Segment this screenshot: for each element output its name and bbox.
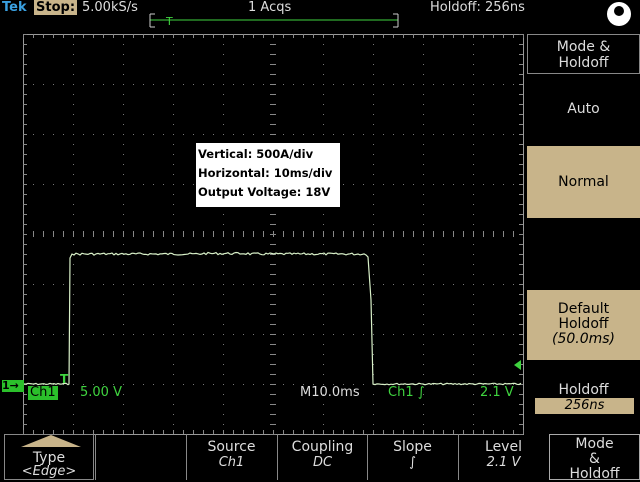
- channel-ground-marker: 1→: [2, 380, 24, 392]
- timebase-readout: M10.0ms: [300, 385, 360, 400]
- mode-auto-button[interactable]: Auto: [527, 96, 640, 122]
- channel-label: Ch1: [28, 385, 58, 400]
- trigger-source-readout: Ch1 ∫: [388, 385, 425, 400]
- empty-button[interactable]: [95, 434, 185, 480]
- annotation-output: Output Voltage: 18V: [198, 185, 331, 199]
- menu-indicator-icon: [21, 435, 81, 447]
- mode-holdoff-button[interactable]: Mode & Holdoff: [549, 434, 640, 482]
- holdoff-value: 256ns: [535, 398, 634, 414]
- source-button[interactable]: Source Ch1: [186, 434, 276, 480]
- slope-button[interactable]: Slope ∫: [367, 434, 457, 480]
- mode-normal-button[interactable]: Normal: [527, 146, 640, 218]
- trigger-level-readout: 2.1 V: [480, 385, 514, 400]
- trigger-level-arrow-icon: [514, 360, 521, 370]
- channel-scale: 5.00 V: [80, 385, 122, 400]
- annotation-vertical: Vertical: 500A/div: [198, 147, 314, 161]
- default-holdoff-button[interactable]: Default Holdoff (50.0ms): [527, 290, 640, 360]
- annotation-horizontal: Horizontal: 10ms/div: [198, 166, 333, 180]
- trigger-point-marker: T: [60, 372, 69, 386]
- annotation-box: Vertical: 500A/div Horizontal: 10ms/div …: [196, 143, 340, 207]
- default-holdoff-value: (50.0ms): [551, 331, 616, 347]
- side-menu-title: Mode & Holdoff: [527, 34, 640, 74]
- level-button[interactable]: Level 2.1 V: [458, 434, 548, 480]
- type-button[interactable]: Type <Edge>: [4, 434, 94, 480]
- coupling-button[interactable]: Coupling DC: [277, 434, 367, 480]
- holdoff-button[interactable]: Holdoff 256ns: [527, 382, 640, 416]
